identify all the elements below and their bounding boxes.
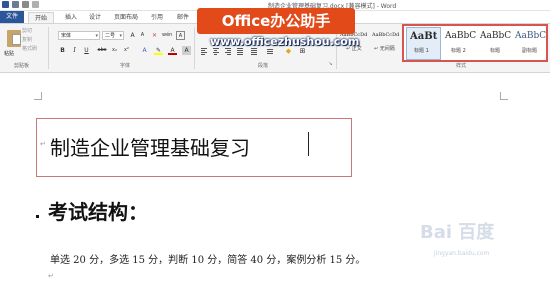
style-subtitle-label: 副标题: [522, 48, 538, 54]
dialog-launcher-icon[interactable]: ↘: [326, 60, 335, 69]
paragraph-mark-icon: ↵: [48, 272, 54, 280]
font-name-select[interactable]: 宋体 ▾: [58, 31, 100, 40]
align-left-icon[interactable]: [200, 48, 208, 55]
tab-home[interactable]: 开始: [28, 12, 54, 23]
text-cursor: [308, 132, 309, 156]
document-page[interactable]: ↵ 制造企业管理基础复习 考试结构： 单选 20 分，多选 15 分，判断 10…: [0, 74, 550, 287]
watermark-badge: Office办公助手: [197, 8, 355, 34]
line-spacing-icon[interactable]: [266, 48, 274, 55]
font-size-select[interactable]: 二号 ▾: [102, 31, 124, 40]
shading-icon[interactable]: ◆: [284, 47, 293, 56]
chevron-down-icon: ▾: [95, 33, 98, 39]
tab-references[interactable]: 引用: [146, 12, 168, 23]
tab-mailings[interactable]: 邮件: [172, 12, 194, 23]
tab-page-layout[interactable]: 页面布局: [110, 12, 142, 23]
margin-corner-mark: [500, 92, 508, 100]
bullet-mark: [36, 215, 39, 218]
document-title[interactable]: 制造企业管理基础复习: [50, 132, 250, 161]
quick-access-toolbar: [2, 1, 39, 8]
cut-button[interactable]: 剪切: [22, 27, 32, 34]
watermark-url: www.officezhushou.com: [210, 35, 360, 48]
baidu-watermark: Bai 百度: [420, 222, 495, 243]
style-nospacing-preview[interactable]: AaBbCcDd: [372, 32, 399, 38]
style-nospacing-label: ↵ 无间隔: [374, 46, 395, 52]
shrink-font-icon[interactable]: A: [138, 31, 147, 40]
word-logo-icon: [2, 1, 9, 8]
text-effects-icon[interactable]: A: [140, 46, 149, 55]
align-center-icon[interactable]: [212, 48, 220, 55]
style-subtitle-preview[interactable]: AaBbC: [515, 31, 546, 41]
char-shading-icon[interactable]: A: [182, 46, 191, 55]
paragraph-group-label: 段落: [258, 63, 269, 69]
align-right-icon[interactable]: [224, 48, 232, 55]
undo-icon[interactable]: [22, 1, 29, 8]
style-heading1-preview[interactable]: AaBt: [410, 31, 437, 42]
font-color-icon[interactable]: A: [168, 46, 177, 55]
section-heading[interactable]: 考试结构：: [48, 196, 148, 225]
borders-icon[interactable]: ⊞: [298, 47, 307, 56]
style-heading1-label: 标题 1: [414, 48, 429, 54]
font-group-label: 字体: [120, 63, 131, 69]
tab-insert[interactable]: 插入: [60, 12, 82, 23]
style-title-preview[interactable]: AaBbC: [480, 31, 511, 41]
tab-design[interactable]: 设计: [84, 12, 106, 23]
subscript-button[interactable]: x₂: [110, 46, 119, 55]
clipboard-group-label: 剪贴板: [14, 63, 30, 69]
style-heading2-label: 标题 2: [451, 48, 466, 54]
tab-file[interactable]: 文件: [0, 11, 24, 23]
superscript-button[interactable]: x²: [122, 46, 131, 55]
redo-icon[interactable]: [32, 1, 39, 8]
style-title-label: 标题: [490, 48, 501, 54]
clear-format-icon[interactable]: ✕: [150, 31, 159, 40]
format-painter-button[interactable]: 格式刷: [22, 45, 37, 52]
italic-button[interactable]: I: [70, 46, 79, 55]
paste-button[interactable]: [5, 28, 23, 50]
justify-icon[interactable]: [236, 48, 244, 55]
paste-label: 粘贴: [4, 51, 15, 57]
body-paragraph[interactable]: 单选 20 分，多选 15 分，判断 10 分，简答 40 分，案例分析 15 …: [50, 251, 365, 266]
underline-button[interactable]: U: [82, 46, 91, 55]
copy-button[interactable]: 复制: [22, 36, 32, 43]
distributed-icon[interactable]: [250, 48, 258, 55]
styles-group-label: 样式: [456, 63, 467, 69]
strikethrough-button[interactable]: abc: [96, 46, 108, 55]
jingyan-watermark: jingyan.baidu.com: [434, 250, 490, 257]
paragraph-mark-icon: ↵: [40, 140, 46, 148]
highlight-color-icon[interactable]: ✎: [154, 46, 163, 55]
margin-corner-mark: [34, 92, 42, 100]
style-heading2-preview[interactable]: AaBbC: [445, 31, 476, 41]
save-icon[interactable]: [12, 1, 19, 8]
char-border-icon[interactable]: A: [176, 31, 185, 40]
grow-font-icon[interactable]: A: [128, 31, 137, 40]
bold-button[interactable]: B: [58, 46, 67, 55]
styles-gallery-highlight: AaBt 标题 1 AaBbC 标题 2 AaBbC 标题 AaBbC 副标题: [402, 24, 548, 62]
phonetic-guide-icon[interactable]: wén: [162, 31, 172, 40]
chevron-down-icon: ▾: [119, 33, 122, 39]
